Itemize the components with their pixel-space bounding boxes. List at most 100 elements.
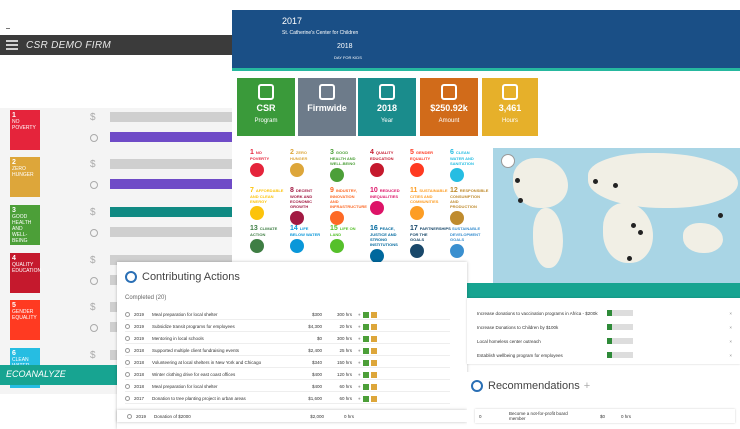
sdg-pill [362,323,369,330]
bottom-row-name: Donation of $2000 [154,413,191,419]
add-recommendation-button[interactable]: + [584,380,590,392]
sdg-icon [370,201,384,215]
map-pin-icon[interactable] [515,178,520,183]
sdg-number: 9 [330,187,334,194]
summary-tile[interactable]: 3,461 Hours [482,78,538,136]
summary-tile[interactable]: 2018 Year [358,78,416,136]
sdg-tile-11[interactable]: 11 SUSTAINABLE CITIES AND COMMUNITIES [408,186,448,220]
sdg-row-badge[interactable]: 3 GOOD HEALTH AND WELL-BEING [10,205,40,245]
sdg-row-badge[interactable]: 2 ZERO HUNGER [10,157,40,197]
sdg-tile-13[interactable]: 13 CLIMATE ACTION [248,224,284,253]
table-row[interactable]: 2018 Meal preparation for local shelter $4… [125,382,450,392]
map-pin-icon[interactable] [638,230,643,235]
table-row[interactable]: 2018 Supported multiple client fundraisin… [125,346,450,356]
dollar-icon: $ [90,207,96,218]
person-icon: ● [358,372,361,377]
planned-action-row[interactable]: Establish wellbeing program for employee… [477,350,732,360]
sdg-tile-4[interactable]: 4 QUALITY EDUCATION [368,148,404,177]
sdg-row-badge[interactable]: 4 QUALITY EDUCATION [10,253,41,293]
tile-icon [441,84,457,100]
sdg-tile-7[interactable]: 7 AFFORDABLE AND CLEAN ENERGY [248,186,284,220]
map-pin-icon[interactable] [593,179,598,184]
row-year: 2019 [134,312,145,317]
row-year: 2019 [134,336,145,341]
close-icon[interactable]: × [729,311,732,316]
sdg-tile-9[interactable]: 9 INDUSTRY, INNOVATION AND INFRASTRUCTURE [328,186,367,225]
sdg-pill [362,335,369,342]
amount-bar [110,159,232,169]
person-icon: ● [358,336,361,341]
planned-action-row[interactable]: Increase Donations to Children by $100k × [477,322,732,332]
recommendations-title-text: Recommendations [488,380,580,392]
row-amount: $0 [316,336,322,341]
summary-tile[interactable]: Firmwide [298,78,356,136]
banner-org-2: DAY FOR KIDS [334,55,362,60]
tile-label: Hours [501,118,518,124]
row-year: 2017 [134,396,145,401]
hamburger-menu-icon[interactable] [6,40,18,50]
table-row[interactable]: 2019 Meal preparation for local shelter $3… [125,310,450,320]
row-name: Volunteering at local shelters in New Yo… [152,360,262,365]
row-hours: 150 hrs [336,360,352,365]
map-pin-icon[interactable] [613,183,618,188]
rec-count: 0 [479,413,482,419]
planned-action-row[interactable]: Local homeless center outreach × [477,336,732,346]
bottom-action-row[interactable]: 2019 Donation of $2000 $2,000 0 hrs [117,410,467,422]
sdg-number: 11 [410,187,418,194]
close-icon[interactable]: × [729,325,732,330]
recommendations-panel: Recommendations + 0 Become a not-for-prof… [467,372,740,429]
sdg-tile-1[interactable]: 1 NO POVERTY [248,148,284,177]
sdg-icon [330,211,344,225]
clock-icon [90,229,98,237]
sdg-number: 1 [250,149,254,156]
sdg-pill [362,359,369,366]
sdg-tile-3[interactable]: 3 GOOD HEALTH AND WELL-BEING [328,148,364,182]
action-name: Establish wellbeing program for employee… [477,352,563,358]
summary-tile[interactable]: $250.92k Amount [420,78,478,136]
sdg-tile-16[interactable]: 16 PEACE, JUSTICE AND STRONG INSTITUTIONS [368,224,404,263]
world-map[interactable] [493,148,740,283]
clock-icon [90,134,98,142]
sdg-tile-goals[interactable]: SUSTAINABLE DEVELOPMENT GOALS [448,224,484,258]
sdg-tile-10[interactable]: 10 REDUCED INEQUALITIES [368,186,404,215]
highlight-banner: 2017 St. Catherine's Center for Children… [232,10,740,68]
close-icon[interactable]: × [729,339,732,344]
sdg-number: 3 [330,149,334,156]
sdg-number: 7 [250,187,254,194]
firm-header-bar[interactable]: CSR DEMO FIRM [0,35,232,55]
person-icon: ● [358,312,361,317]
map-pin-icon[interactable] [518,198,523,203]
planned-actions-panel: Increase donations to vaccination progra… [467,298,740,364]
map-pin-icon[interactable] [631,223,636,228]
sdg-tile-5[interactable]: 5 GENDER EQUALITY [408,148,444,177]
sdg-tile-12[interactable]: 12 RESPONSIBLE CONSUMPTION AND PRODUCTION [448,186,488,225]
sdg-tile-6[interactable]: 6 CLEAN WATER AND SANITATION [448,148,484,182]
map-pan-control-icon[interactable] [501,154,515,168]
table-row[interactable]: 2019 Mentoring in local schools $0 300 hrs ● [125,334,450,344]
map-pin-icon[interactable] [627,256,632,261]
close-icon[interactable]: × [729,353,732,358]
sdg-tile-15[interactable]: 15 LIFE ON LAND [328,224,364,253]
sdg-name: NO POVERTY [12,119,36,131]
recommendation-row[interactable]: 0 Become a not-for-profit board member $… [475,409,735,423]
sdg-number: 1 [12,112,16,119]
sdg-row-badge[interactable]: 5 GENDER EQUALITY [10,300,40,340]
sdg-tile-14[interactable]: 14 LIFE BELOW WATER [288,224,324,253]
table-row[interactable]: 2018 Winter clothing drive for east coast… [125,370,450,380]
table-row[interactable]: 2018 Volunteering at local shelters in Ne… [125,358,450,368]
progress-bar [607,324,633,330]
sdg-row-badge[interactable]: 1 NO POVERTY [10,110,40,150]
sdg-tile-2[interactable]: 2 ZERO HUNGER [288,148,324,177]
row-hours: 300 hrs [336,336,352,341]
table-row[interactable]: 2017 Donation to tree planting project in… [125,394,450,404]
summary-tile[interactable]: CSR Program [237,78,295,136]
sdg-number: 3 [12,207,16,214]
status-circle-icon [125,336,130,341]
planned-action-row[interactable]: Increase donations to vaccination progra… [477,308,732,318]
map-pin-icon[interactable] [718,213,723,218]
table-row[interactable]: 2019 Subsidize transit programs for emplo… [125,322,450,332]
sdg-tile-17[interactable]: 17 PARTNERSHIPS FOR THE GOALS [408,224,451,258]
sdg-tile-8[interactable]: 8 DECENT WORK AND ECONOMIC GROWTH [288,186,324,225]
status-circle-icon [125,372,130,377]
sdg-icon [290,163,304,177]
